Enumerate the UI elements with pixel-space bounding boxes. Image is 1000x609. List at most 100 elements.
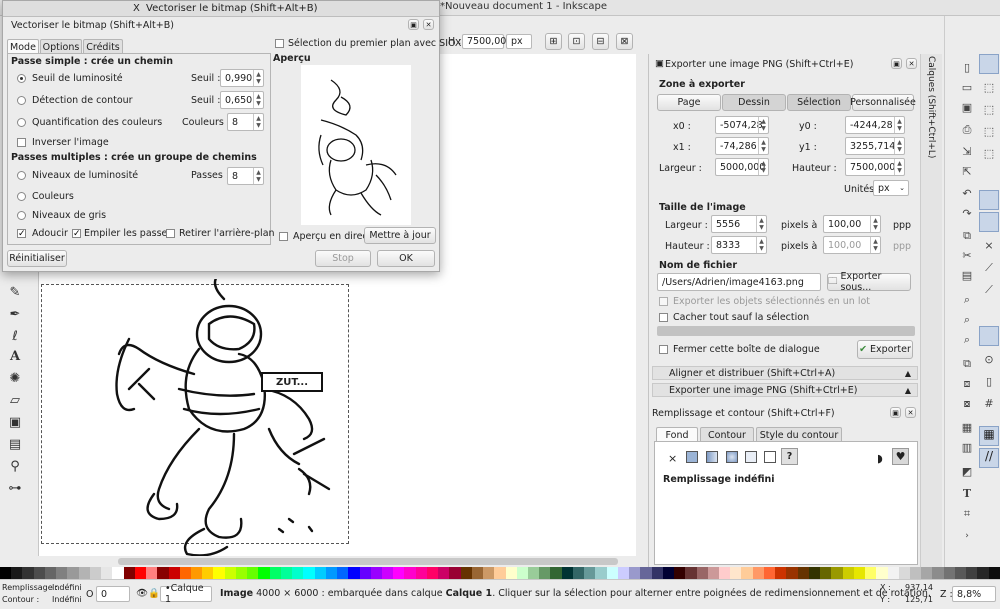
- spray-icon[interactable]: ✺: [6, 370, 24, 388]
- palette-swatch[interactable]: [404, 567, 416, 579]
- align-panel-expander[interactable]: Aligner et distribuer (Shift+Ctrl+A) ▲: [652, 366, 918, 380]
- paste-icon[interactable]: ▤: [959, 268, 975, 284]
- pen-icon[interactable]: ✒: [6, 306, 24, 324]
- palette-swatch[interactable]: [337, 567, 349, 579]
- palette-swatch[interactable]: [719, 567, 731, 579]
- save-icon[interactable]: ▣: [959, 100, 975, 116]
- fill-stroke-icon[interactable]: ◩: [959, 464, 975, 480]
- palette-swatch[interactable]: [651, 567, 663, 579]
- transform-stroke-icon[interactable]: ⊞: [545, 33, 562, 50]
- palette-swatch[interactable]: [561, 567, 573, 579]
- import-icon[interactable]: ⇲: [959, 144, 975, 160]
- dpi-input-1[interactable]: 100,00 ▲ ▼: [823, 215, 881, 233]
- palette-swatch[interactable]: [550, 567, 562, 579]
- width-input[interactable]: 5000,000 ▲ ▼: [715, 158, 769, 176]
- palette-swatch[interactable]: [101, 567, 113, 579]
- h-input[interactable]: 7500,00: [462, 34, 506, 49]
- palette-swatch[interactable]: [539, 567, 551, 579]
- pencil-icon[interactable]: ✎: [6, 284, 24, 302]
- palette-swatch[interactable]: [528, 567, 540, 579]
- quant-radio[interactable]: [17, 118, 26, 127]
- xml-editor-icon[interactable]: ⌗: [959, 506, 975, 522]
- palette-swatch[interactable]: [685, 567, 697, 579]
- dpi-input-2[interactable]: 100,00 ▲ ▼: [823, 236, 881, 254]
- x0-input[interactable]: -5074,28 ▲ ▼: [715, 116, 769, 134]
- snap-center-icon[interactable]: [979, 326, 999, 346]
- palette-swatch[interactable]: [741, 567, 753, 579]
- zoom-input[interactable]: 8,8%: [952, 586, 996, 602]
- palette-swatch[interactable]: [393, 567, 405, 579]
- layer-select[interactable]: •Calque 1: [160, 583, 212, 605]
- seuil-input-1[interactable]: 0,990 ▲ ▼: [220, 69, 264, 87]
- eraser-icon[interactable]: ▱: [6, 392, 24, 410]
- snap-toggle-icon[interactable]: [979, 54, 999, 74]
- close-after-checkbox[interactable]: [659, 345, 668, 354]
- palette-swatch[interactable]: [505, 567, 517, 579]
- export-button[interactable]: ✔ Exporter: [857, 340, 913, 359]
- text-font-icon[interactable]: T: [959, 486, 975, 502]
- palette-swatch[interactable]: [460, 567, 472, 579]
- palette-swatch[interactable]: [808, 567, 821, 579]
- cut-icon[interactable]: ✂: [959, 248, 975, 264]
- export-dock-icon[interactable]: ▣: [891, 58, 902, 69]
- palette-swatch[interactable]: [707, 567, 719, 579]
- palette-swatch[interactable]: [786, 567, 798, 579]
- palette-swatch[interactable]: [168, 567, 180, 579]
- transform-pattern-icon[interactable]: ⊠: [616, 33, 633, 50]
- palette-swatch[interactable]: [865, 567, 877, 579]
- palette-swatch[interactable]: [606, 567, 618, 579]
- redo-icon[interactable]: ↷: [959, 206, 975, 222]
- palette-swatch[interactable]: [426, 567, 439, 579]
- color-palette[interactable]: [0, 567, 1000, 579]
- fill-rule-evenodd-icon[interactable]: ◗: [877, 452, 883, 465]
- dock-icon[interactable]: ▣: [408, 19, 419, 30]
- palette-swatch[interactable]: [471, 567, 484, 579]
- brightness-radio[interactable]: [17, 74, 26, 83]
- colors-radio[interactable]: [17, 192, 26, 201]
- palette-swatch[interactable]: [190, 567, 203, 579]
- palette-swatch[interactable]: [280, 567, 293, 579]
- palette-swatch[interactable]: [438, 567, 450, 579]
- area-page-button[interactable]: Page: [657, 94, 721, 111]
- zoom-selection-icon[interactable]: ⌕: [959, 292, 975, 308]
- palette-swatch[interactable]: [887, 567, 899, 579]
- no-paint-icon[interactable]: ×: [668, 452, 677, 465]
- palette-swatch[interactable]: [640, 567, 652, 579]
- palette-swatch[interactable]: [56, 567, 68, 579]
- new-doc-icon[interactable]: ▯: [959, 60, 975, 76]
- palette-swatch[interactable]: [213, 567, 225, 579]
- palette-swatch[interactable]: [303, 567, 315, 579]
- palette-swatch[interactable]: [112, 567, 124, 579]
- gradient-icon[interactable]: ▤: [6, 436, 24, 454]
- more-icon[interactable]: ›: [959, 528, 975, 544]
- palette-swatch[interactable]: [763, 567, 776, 579]
- y1-input[interactable]: 3255,714 ▲ ▼: [845, 137, 905, 155]
- palette-swatch[interactable]: [483, 567, 495, 579]
- reset-button[interactable]: Réinitialiser: [7, 250, 67, 267]
- palette-swatch[interactable]: [157, 567, 169, 579]
- img-height-input[interactable]: 8333 ▲ ▼: [711, 236, 767, 254]
- palette-swatch[interactable]: [123, 567, 135, 579]
- palette-swatch[interactable]: [876, 567, 888, 579]
- linear-gradient-icon[interactable]: [706, 451, 718, 463]
- palette-swatch[interactable]: [584, 567, 596, 579]
- palette-swatch[interactable]: [78, 567, 90, 579]
- grays-radio[interactable]: [17, 211, 26, 220]
- snap-mid-icon[interactable]: ⬚: [981, 146, 997, 162]
- pattern-icon[interactable]: [745, 451, 757, 463]
- snap-grid-icon[interactable]: #: [981, 396, 997, 412]
- palette-swatch[interactable]: [179, 567, 191, 579]
- palette-swatch[interactable]: [381, 567, 394, 579]
- palette-swatch[interactable]: [842, 567, 854, 579]
- ungroup-icon[interactable]: ▥: [959, 440, 975, 456]
- palette-swatch[interactable]: [359, 567, 371, 579]
- fill-rule-nonzero-icon[interactable]: ♥: [892, 448, 909, 465]
- zoom-drawing-icon[interactable]: ⌕: [959, 312, 975, 328]
- palette-swatch[interactable]: [33, 567, 45, 579]
- area-custom-button[interactable]: Personnalisée: [850, 94, 916, 111]
- palette-swatch[interactable]: [629, 567, 641, 579]
- zoom-page-icon[interactable]: ⌕: [959, 332, 975, 348]
- fill-dock-icon[interactable]: ▣: [890, 407, 901, 418]
- palette-swatch[interactable]: [516, 567, 529, 579]
- palette-swatch[interactable]: [415, 567, 427, 579]
